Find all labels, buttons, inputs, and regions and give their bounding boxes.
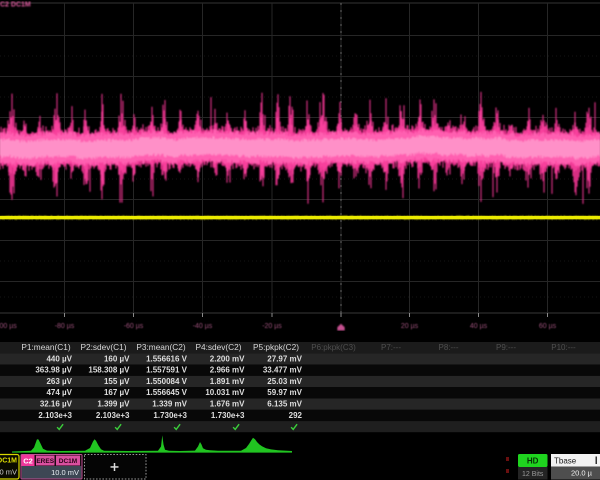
- svg-text:40 µs: 40 µs: [470, 323, 488, 330]
- svg-text:155 µV: 155 µV: [104, 377, 130, 386]
- svg-text:263 µV: 263 µV: [46, 377, 72, 386]
- svg-text:0 mV: 0 mV: [0, 468, 17, 477]
- svg-text:-80 µs: -80 µs: [55, 323, 75, 330]
- svg-text:1.550084 V: 1.550084 V: [146, 377, 188, 386]
- svg-text:474 µV: 474 µV: [46, 388, 72, 397]
- svg-text:440 µV: 440 µV: [46, 354, 72, 363]
- svg-text:-20 µs: -20 µs: [262, 323, 282, 330]
- svg-text:1.556645 V: 1.556645 V: [146, 388, 188, 397]
- svg-text:167 µV: 167 µV: [104, 388, 130, 397]
- svg-text:P6:pkpk(C3): P6:pkpk(C3): [311, 343, 356, 352]
- svg-text:P3:mean(C2): P3:mean(C2): [136, 342, 186, 352]
- svg-text:32.16 µV: 32.16 µV: [40, 400, 73, 409]
- svg-text:2.966 mV: 2.966 mV: [210, 366, 245, 375]
- svg-text:-40 µs: -40 µs: [193, 323, 213, 330]
- svg-text:2.103e+3: 2.103e+3: [96, 411, 130, 420]
- svg-text:10.031 mV: 10.031 mV: [205, 388, 245, 397]
- svg-text:160 µV: 160 µV: [104, 354, 130, 363]
- svg-text:27.97 mV: 27.97 mV: [267, 354, 302, 363]
- svg-text:2.103e+3: 2.103e+3: [38, 411, 72, 420]
- svg-text:DC1M: DC1M: [0, 458, 17, 465]
- svg-text:60 µs: 60 µs: [539, 323, 557, 330]
- svg-text:C2 DC1M: C2 DC1M: [0, 2, 31, 9]
- svg-text:6.135 mV: 6.135 mV: [267, 400, 302, 409]
- svg-text:1.730e+3: 1.730e+3: [153, 411, 187, 420]
- svg-text:25.03 mV: 25.03 mV: [267, 377, 302, 386]
- svg-text:33.477 mV: 33.477 mV: [263, 366, 303, 375]
- svg-text:158.308 µV: 158.308 µV: [88, 366, 130, 375]
- svg-text:1.891 mV: 1.891 mV: [210, 377, 245, 386]
- svg-text:2.200 mV: 2.200 mV: [210, 354, 245, 363]
- svg-text:P9:---: P9:---: [496, 343, 516, 352]
- svg-text:P4:sdev(C2): P4:sdev(C2): [195, 342, 241, 352]
- svg-text:P2:sdev(C1): P2:sdev(C1): [80, 342, 126, 352]
- svg-text:DC1M: DC1M: [59, 458, 77, 465]
- svg-text:1.399 µV: 1.399 µV: [97, 400, 130, 409]
- svg-text:20.0 µ: 20.0 µ: [571, 469, 593, 478]
- svg-text:1.556616 V: 1.556616 V: [146, 354, 188, 363]
- svg-text:-100 µs: -100 µs: [0, 323, 17, 330]
- svg-text:59.97 mV: 59.97 mV: [267, 388, 302, 397]
- svg-text:P8:---: P8:---: [439, 343, 459, 352]
- svg-text:292: 292: [289, 411, 303, 420]
- svg-text:P1:mean(C1): P1:mean(C1): [21, 342, 71, 352]
- svg-text:1.339 mV: 1.339 mV: [152, 400, 187, 409]
- svg-text:363.98 µV: 363.98 µV: [35, 366, 72, 375]
- svg-text:1.676 mV: 1.676 mV: [210, 400, 245, 409]
- svg-text:-60 µs: -60 µs: [124, 323, 144, 330]
- svg-text:C2: C2: [23, 457, 33, 466]
- svg-text:HD: HD: [527, 457, 539, 466]
- svg-text:P7:---: P7:---: [381, 343, 401, 352]
- svg-text:Tbase: Tbase: [554, 457, 577, 466]
- svg-text:10.0 mV: 10.0 mV: [51, 468, 79, 477]
- svg-text:ERES: ERES: [36, 458, 54, 465]
- svg-text:1.730e+3: 1.730e+3: [211, 411, 245, 420]
- svg-text:P10:---: P10:---: [551, 343, 576, 352]
- svg-text:20 µs: 20 µs: [401, 323, 419, 330]
- svg-text:12 Bits: 12 Bits: [522, 471, 544, 478]
- svg-text:1.557591 V: 1.557591 V: [146, 366, 188, 375]
- svg-text:P5:pkpk(C2): P5:pkpk(C2): [253, 342, 299, 352]
